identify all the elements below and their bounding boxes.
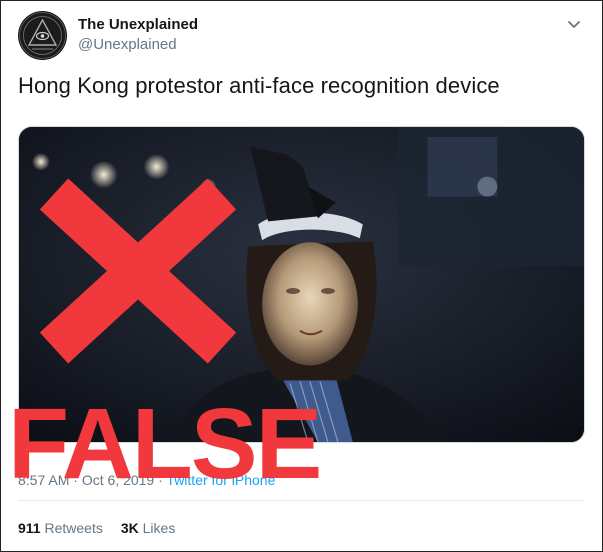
retweets-label: Retweets <box>44 520 103 536</box>
divider <box>18 500 585 501</box>
tweet-stats: 911 Retweets 3K Likes <box>18 520 175 536</box>
account-handle[interactable]: @Unexplained <box>78 36 177 53</box>
likes-stat[interactable]: 3K Likes <box>121 520 175 536</box>
retweets-stat[interactable]: 911 Retweets <box>18 520 103 536</box>
likes-count: 3K <box>120 520 139 536</box>
chevron-down-icon[interactable] <box>565 15 583 33</box>
account-name[interactable]: The Unexplained <box>78 16 198 33</box>
tweet-text: Hong Kong protestor anti-face recognitio… <box>18 73 500 98</box>
pyramid-eye-icon <box>19 12 66 59</box>
tweet-header: The Unexplained @Unexplained <box>18 11 583 61</box>
false-verdict-stamp: FALSE <box>8 388 322 500</box>
likes-label: Likes <box>142 520 176 536</box>
retweets-count: 911 <box>18 520 41 536</box>
avatar[interactable] <box>18 11 67 60</box>
